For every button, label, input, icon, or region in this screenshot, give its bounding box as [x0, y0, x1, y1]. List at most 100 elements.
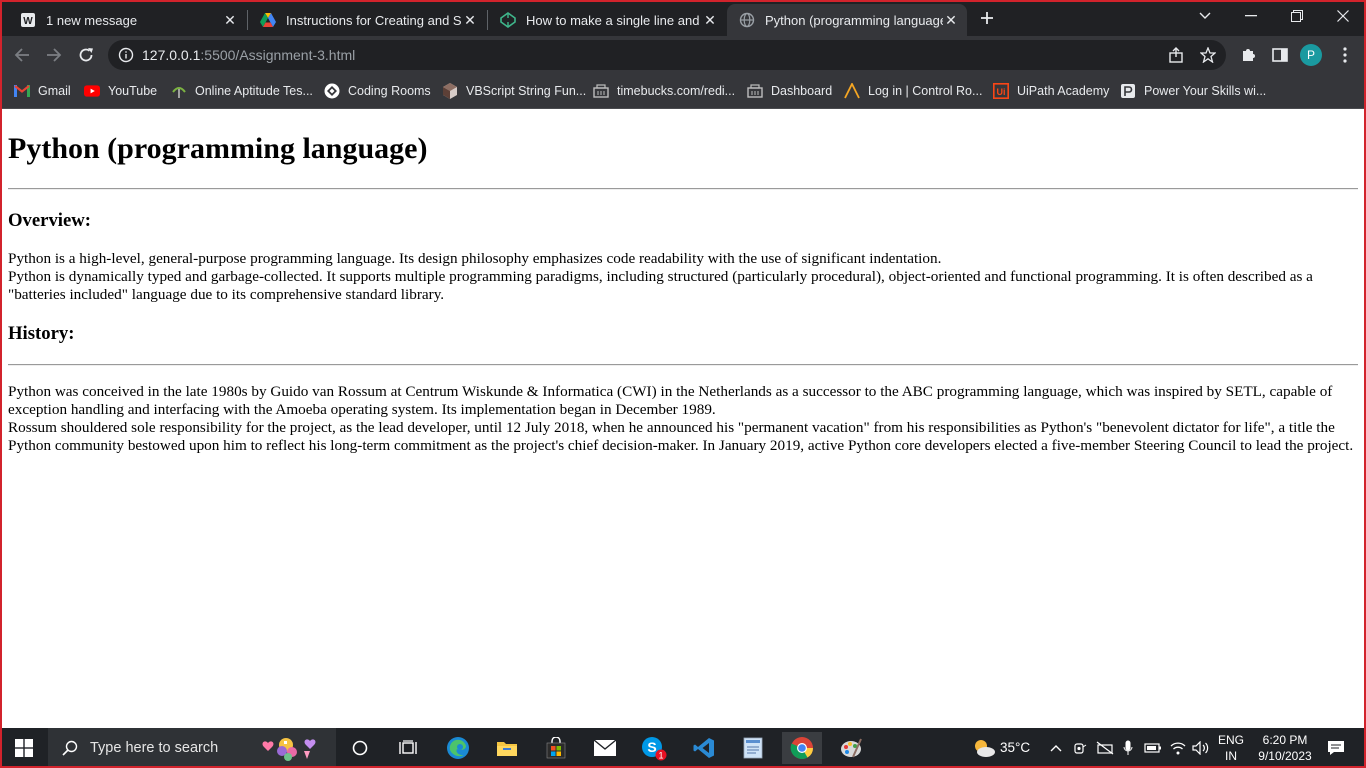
timebucks-icon [593, 83, 609, 99]
tab-title: Python (programming language) [765, 12, 943, 28]
overview-heading: Overview: [8, 210, 92, 231]
windows-start-icon[interactable] [4, 732, 44, 764]
tab-title: Instructions for Creating and Sub [286, 12, 462, 28]
close-tab-icon[interactable]: ✕ [462, 12, 478, 28]
bookmark-timebucks[interactable]: timebucks.com/redi... [593, 82, 735, 100]
skype-badge-count: 1 [658, 751, 663, 761]
microsoft-store-icon[interactable] [536, 732, 576, 764]
close-tab-icon[interactable]: ✕ [222, 12, 238, 28]
file-explorer-icon[interactable] [487, 732, 527, 764]
notifications-icon[interactable] [1316, 732, 1356, 764]
search-placeholder: Type here to search [90, 740, 219, 756]
close-tab-icon[interactable]: ✕ [702, 12, 718, 28]
codepen-icon [500, 12, 516, 28]
network-offline-icon[interactable] [1094, 732, 1116, 764]
bookmark-power-skills[interactable]: Power Your Skills wi... [1120, 82, 1266, 100]
site-info-icon[interactable] [118, 47, 134, 63]
weather-temperature[interactable]: 35°C [1000, 740, 1030, 756]
vbscript-icon [442, 83, 458, 99]
weather-partly-cloudy-icon[interactable] [964, 732, 1004, 764]
globe-icon [739, 12, 755, 28]
svg-text:S: S [647, 739, 656, 755]
tab-strip: W 1 new message ✕ Instructions for Creat… [0, 0, 1366, 36]
mail-icon[interactable] [585, 732, 625, 764]
extensions-puzzle-icon[interactable] [1233, 40, 1263, 70]
bookmark-dashboard[interactable]: Dashboard [747, 82, 832, 100]
tab-1-new-message[interactable]: W 1 new message ✕ [8, 4, 246, 36]
more-menu-icon[interactable] [1330, 40, 1360, 70]
language-indicator[interactable]: ENG IN [1213, 732, 1249, 764]
edge-icon[interactable] [438, 732, 478, 764]
overview-paragraph-2: Python is dynamically typed and garbage-… [8, 268, 1313, 303]
wifi-icon[interactable] [1167, 732, 1189, 764]
tab-search-chevron-icon[interactable] [1182, 0, 1228, 32]
cortana-icon[interactable] [340, 732, 380, 764]
bookmark-label: Power Your Skills wi... [1144, 84, 1267, 98]
tab-instructions[interactable]: Instructions for Creating and Sub ✕ [248, 4, 486, 36]
side-panel-icon[interactable] [1265, 40, 1295, 70]
overview-paragraph-1: Python is a high-level, general-purpose … [8, 250, 942, 267]
clock[interactable]: 6:20 PM 9/10/2023 [1250, 732, 1320, 764]
bookmark-label: Coding Rooms [348, 84, 431, 98]
new-tab-button[interactable] [975, 6, 999, 30]
page-content: Python (programming language) Overview: … [2, 131, 1364, 455]
region-code: IN [1225, 749, 1237, 763]
bookmark-gmail[interactable]: Gmail [14, 82, 71, 100]
power-skills-icon [1120, 83, 1136, 99]
control-room-icon [844, 83, 860, 99]
microphone-icon[interactable] [1118, 732, 1138, 764]
dashboard-icon [747, 83, 763, 99]
bookmark-label: VBScript String Fun... [466, 84, 587, 98]
bookmark-youtube[interactable]: YouTube [84, 82, 157, 100]
bookmark-uipath[interactable]: Ui UiPath Academy [993, 82, 1109, 100]
notepad-document-icon[interactable] [733, 732, 773, 764]
forward-button[interactable] [39, 40, 69, 70]
bookmark-control-room[interactable]: Log in | Control Ro... [844, 82, 982, 100]
tab-how-to-make[interactable]: How to make a single line and m ✕ [488, 4, 726, 36]
tab-python-active[interactable]: Python (programming language) ✕ [727, 4, 967, 36]
bookmark-label: UiPath Academy [1017, 84, 1110, 98]
clock-time: 6:20 PM [1262, 733, 1308, 747]
profile-avatar[interactable]: P [1300, 44, 1322, 66]
google-drive-icon [260, 12, 276, 28]
battery-icon[interactable] [1142, 732, 1164, 764]
bookmark-label: Gmail [38, 84, 71, 98]
uipath-icon: Ui [993, 83, 1009, 99]
close-tab-icon[interactable]: ✕ [943, 12, 959, 28]
bookmark-label: Log in | Control Ro... [868, 84, 983, 98]
youtube-icon [84, 83, 100, 99]
svg-text:W: W [23, 16, 33, 27]
back-button[interactable] [7, 40, 37, 70]
chrome-icon[interactable] [782, 732, 822, 764]
restore-button[interactable] [1274, 0, 1320, 32]
skype-icon[interactable]: S1 [634, 732, 674, 764]
bookmark-aptitude[interactable]: Online Aptitude Tes... [171, 82, 313, 100]
task-view-icon[interactable] [388, 732, 428, 764]
show-hidden-icons-chevron-icon[interactable] [1046, 732, 1066, 764]
clock-date: 9/10/2023 [1258, 749, 1312, 763]
gmail-icon [14, 83, 30, 99]
title-divider [8, 188, 1358, 190]
bookmark-vbscript[interactable]: VBScript String Fun... [442, 82, 586, 100]
address-bar[interactable]: 127.0.0.1:5500/Assignment-3.html [108, 40, 1226, 70]
close-window-button[interactable] [1320, 0, 1366, 32]
coding-rooms-icon [324, 83, 340, 99]
bookmark-label: YouTube [108, 84, 158, 98]
volume-icon[interactable] [1190, 732, 1212, 764]
taskbar-search-box[interactable]: Type here to search [48, 728, 336, 768]
aptitude-icon [171, 83, 187, 99]
page-title: Python (programming language) [8, 132, 428, 165]
paint-icon[interactable] [831, 732, 871, 764]
bookmark-coding-rooms[interactable]: Coding Rooms [324, 82, 431, 100]
bookmark-star-icon[interactable] [1193, 40, 1223, 70]
vscode-icon[interactable] [684, 732, 724, 764]
meet-now-camera-icon[interactable] [1070, 732, 1090, 764]
minimize-button[interactable] [1228, 0, 1274, 32]
reload-button[interactable] [71, 40, 101, 70]
search-icon [62, 740, 78, 756]
history-paragraph-2: Rossum shouldered sole responsibility fo… [8, 419, 1354, 454]
search-highlight-flowers-icon [258, 731, 328, 765]
windows-taskbar: Type here to search S1 35°C ENG IN 6:20 … [0, 728, 1366, 768]
web-page: Python (programming language) Overview: … [2, 109, 1364, 728]
share-icon[interactable] [1161, 40, 1191, 70]
